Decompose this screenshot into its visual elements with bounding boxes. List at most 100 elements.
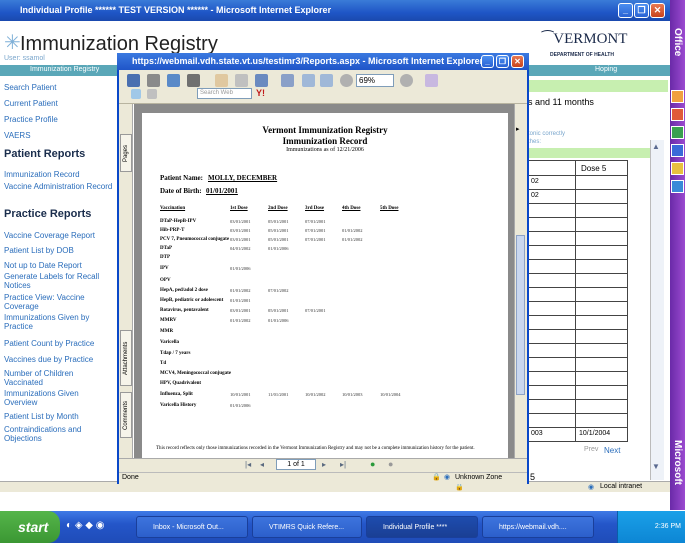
zone-label: Local intranet bbox=[600, 483, 643, 490]
sidebar-item-practice-profile[interactable]: Practice Profile bbox=[4, 115, 58, 124]
dose-date: 03/01/2001 bbox=[230, 228, 251, 233]
dose-date: 05/01/2001 bbox=[268, 237, 289, 242]
right-green-bar bbox=[528, 80, 668, 92]
maximize-button[interactable]: ❐ bbox=[634, 3, 649, 18]
select-tool-icon[interactable] bbox=[235, 74, 248, 87]
vaccine-name: IPV bbox=[160, 266, 169, 271]
office-toolbar bbox=[670, 0, 685, 510]
fit-page-icon[interactable] bbox=[320, 74, 333, 87]
yahoo-icon[interactable]: Y! bbox=[256, 88, 265, 98]
office-app-icon[interactable] bbox=[671, 126, 684, 139]
tab-comments[interactable]: Comments bbox=[120, 392, 132, 438]
sidebar-item-report[interactable]: Patient List by DOB bbox=[4, 246, 74, 255]
dose-date: 10/01/2004 bbox=[380, 392, 401, 397]
table-column-header: 4th Dose bbox=[342, 206, 361, 211]
office-app-icon[interactable] bbox=[671, 144, 684, 157]
zoom-in-icon[interactable] bbox=[400, 74, 413, 87]
sidebar-item-immunization-record[interactable]: Immunization Record bbox=[4, 170, 80, 179]
last-page-icon[interactable]: ▸| bbox=[340, 460, 346, 469]
next-page-icon[interactable]: ▸ bbox=[322, 460, 326, 469]
sidebar-item-vaccine-administration[interactable]: Vaccine Administration Record bbox=[4, 182, 118, 191]
scroll-down-icon[interactable]: ▼ bbox=[652, 462, 660, 471]
print-icon[interactable] bbox=[147, 74, 160, 87]
nav-item-registry[interactable]: Immunization Registry bbox=[30, 66, 99, 73]
tools-icon[interactable] bbox=[425, 74, 438, 87]
rotate-icon[interactable] bbox=[147, 89, 157, 99]
sidebar-item-report[interactable]: Contraindications and Objections bbox=[4, 425, 120, 443]
table-row bbox=[528, 218, 628, 232]
task-inbox[interactable]: Inbox - Microsoft Out... bbox=[136, 516, 248, 538]
lock-icon: 🔒 bbox=[432, 474, 441, 481]
popup-close-button[interactable]: ✕ bbox=[511, 55, 524, 68]
page-scrollbar[interactable] bbox=[650, 140, 664, 480]
office-app-icon[interactable] bbox=[671, 180, 684, 193]
page-indicator[interactable]: 1 of 1 bbox=[276, 459, 316, 470]
table-row bbox=[528, 414, 628, 428]
search-web-input[interactable]: Search Web bbox=[197, 88, 252, 99]
office-app-icon[interactable] bbox=[671, 162, 684, 175]
next-link[interactable]: Next bbox=[604, 446, 620, 455]
sidebar-item-report[interactable]: Not up to Date Report bbox=[4, 261, 82, 270]
tab-pages[interactable]: Pages bbox=[120, 134, 132, 172]
first-page-icon[interactable]: |◂ bbox=[245, 460, 251, 469]
sidebar-item-report[interactable]: Patient List by Month bbox=[4, 412, 79, 421]
dose-date: 01/01/2006 bbox=[268, 318, 289, 323]
dob-value: 01/01/2001 bbox=[206, 187, 238, 195]
prev-link[interactable]: Prev bbox=[584, 446, 598, 453]
find-icon[interactable] bbox=[187, 74, 200, 87]
dose-date: 01/01/2006 bbox=[230, 403, 251, 408]
quick-launch-icons[interactable]: ◐ ◈ ◆ ◉ bbox=[66, 520, 104, 531]
hand-tool-icon[interactable] bbox=[215, 74, 228, 87]
document-scroll-thumb[interactable] bbox=[516, 235, 525, 395]
office-app-icon[interactable] bbox=[671, 108, 684, 121]
next-view-icon[interactable]: ● bbox=[388, 459, 393, 469]
vaccine-name: Tdap / 7 years bbox=[160, 351, 191, 356]
dose-date: 01/01/2002 bbox=[230, 318, 251, 323]
popup-maximize-button[interactable]: ❐ bbox=[496, 55, 509, 68]
nav-item-hoping[interactable]: Hoping bbox=[595, 66, 617, 73]
tab-attachments[interactable]: Attachments bbox=[120, 330, 132, 386]
vermont-subtitle: DEPARTMENT OF HEALTH bbox=[550, 52, 614, 58]
vaccine-name: HepB, pediatric or adolescent bbox=[160, 298, 224, 303]
popup-minimize-button[interactable]: _ bbox=[481, 55, 494, 68]
sidebar-item-vaers[interactable]: VAERS bbox=[4, 131, 31, 140]
task-vtimrs[interactable]: VTIMRS Quick Refere... bbox=[252, 516, 362, 538]
task-webmail[interactable]: https://webmail.vdh.... bbox=[482, 516, 594, 538]
minimize-button[interactable]: _ bbox=[618, 3, 633, 18]
sidebar-item-report[interactable]: Practice View: Vaccine Coverage bbox=[4, 293, 120, 311]
sidebar-item-search-patient[interactable]: Search Patient bbox=[4, 83, 56, 92]
sidebar-item-report[interactable]: Generate Labels for Recall Notices bbox=[4, 272, 120, 290]
office-app-icon[interactable] bbox=[671, 90, 684, 103]
start-button[interactable]: start bbox=[0, 511, 60, 543]
dose-date: 07/01/2001 bbox=[305, 228, 326, 233]
task-individual-profile[interactable]: Individual Profile **** bbox=[366, 516, 478, 538]
snapshot-icon[interactable] bbox=[255, 74, 268, 87]
prev-page-icon[interactable]: ◂ bbox=[260, 460, 264, 469]
doc-footer: This record reflects only those immuniza… bbox=[156, 446, 475, 451]
vaccine-name: Influenza, Split bbox=[160, 392, 193, 397]
table-row bbox=[528, 246, 628, 260]
sidebar-item-report[interactable]: Vaccines due by Practice bbox=[4, 355, 93, 364]
zoom-field[interactable]: 69% bbox=[356, 74, 394, 87]
email-icon[interactable] bbox=[167, 74, 180, 87]
sidebar-item-report[interactable]: Number of Children Vaccinated bbox=[4, 369, 114, 387]
actual-size-icon[interactable] bbox=[302, 74, 315, 87]
status-done: Done bbox=[122, 474, 139, 481]
table-row bbox=[528, 274, 628, 288]
sidebar-item-report[interactable]: Immunizations Given Overview bbox=[4, 389, 114, 407]
dose-date: 01/01/2002 bbox=[230, 288, 251, 293]
previous-view-icon[interactable]: ● bbox=[370, 459, 375, 469]
close-button[interactable]: ✕ bbox=[650, 3, 665, 18]
zoom-out-icon[interactable] bbox=[340, 74, 353, 87]
page-icon[interactable] bbox=[131, 89, 141, 99]
save-icon[interactable] bbox=[127, 74, 140, 87]
zoom-icon[interactable] bbox=[281, 74, 294, 87]
sidebar-item-current-patient[interactable]: Current Patient bbox=[4, 99, 58, 108]
sidebar-item-report[interactable]: Patient Count by Practice bbox=[4, 339, 94, 348]
vaccine-name: DTaP bbox=[160, 246, 173, 251]
scroll-up-icon[interactable]: ▲ bbox=[652, 142, 660, 151]
expand-icon[interactable]: ▸ bbox=[516, 125, 520, 133]
sidebar-item-report[interactable]: Vaccine Coverage Report bbox=[4, 231, 95, 240]
sidebar-item-report[interactable]: Immunizations Given by Practice bbox=[4, 313, 120, 331]
right-green-bar-2 bbox=[528, 148, 650, 158]
